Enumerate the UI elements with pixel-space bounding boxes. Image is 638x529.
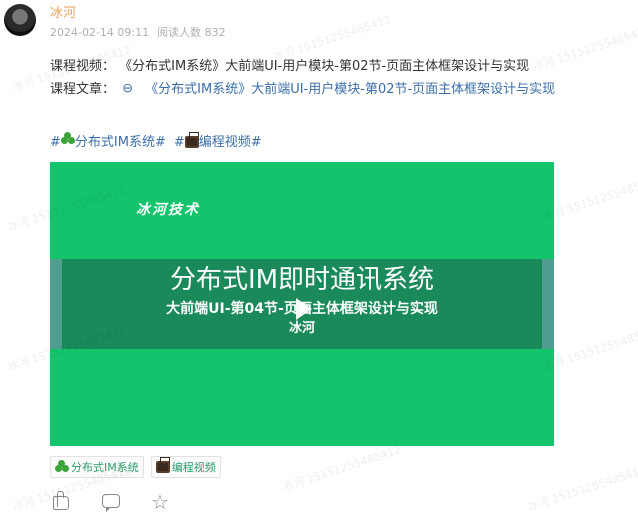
- read-count-label: 阅读人数: [157, 26, 202, 39]
- hashtag-text: 分布式IM系统#: [74, 135, 166, 150]
- article-link[interactable]: ⊘ 《分布式IM系统》大前端UI-用户模块-第02节-页面主体框架设计与实现: [118, 79, 556, 97]
- tag-distributed-im[interactable]: 分布式IM系统: [50, 456, 144, 478]
- hashtag-programming-video[interactable]: # 编程视频#: [174, 131, 262, 150]
- tag-programming-video[interactable]: 编程视频: [150, 456, 221, 478]
- watermark: 冰河 15151255485412: [271, 13, 393, 64]
- article-link-text: 《分布式IM系统》大前端UI-用户模块-第02节-页面主体框架设计与实现: [145, 82, 556, 97]
- hashtag-prefix: #: [50, 135, 61, 150]
- video-line: 课程视频： 《分布式IM系统》大前端UI-用户模块-第02节-页面主体框架设计与…: [50, 58, 529, 76]
- watermark: 冰河 15151255485412: [281, 443, 403, 494]
- watermark: 冰河 15151255485412: [526, 463, 638, 514]
- link-icon: ⊘: [118, 79, 137, 98]
- action-bar: ☆: [51, 491, 171, 512]
- post-header: 冰河 2024-02-14 09:11 阅读人数 832: [4, 4, 226, 40]
- hashtag-text: 编程视频#: [198, 135, 262, 150]
- watermark: 冰河 15151255485412: [541, 323, 638, 374]
- video-title: 分布式IM即时通讯系统: [169, 265, 435, 295]
- tag-label: 分布式IM系统: [71, 461, 139, 474]
- article-line: 课程文章： ⊘ 《分布式IM系统》大前端UI-用户模块-第02节-页面主体框架设计…: [50, 79, 556, 99]
- favorite-icon: ☆: [151, 490, 169, 514]
- tv-icon: [184, 136, 199, 148]
- post-date: 2024-02-14 09:11: [50, 26, 150, 39]
- watermark: 冰河 15151255485412: [541, 173, 638, 224]
- favorite-button[interactable]: ☆: [151, 492, 171, 512]
- watermark: 冰河 15151255485412: [531, 23, 638, 74]
- tag-list: 分布式IM系统 编程视频: [50, 456, 221, 478]
- video-line-text: 《分布式IM系统》大前端UI-用户模块-第02节-页面主体框架设计与实现: [119, 59, 530, 74]
- avatar[interactable]: [4, 4, 36, 36]
- read-count-value: 832: [204, 26, 226, 39]
- comment-icon: [102, 494, 120, 512]
- like-icon: [53, 491, 69, 510]
- play-icon[interactable]: [287, 294, 317, 324]
- tag-label: 编程视频: [171, 461, 216, 474]
- video-player[interactable]: 冰河技术 分布式IM即时通讯系统 大前端UI-第04节-页面主体框架设计与实现 …: [50, 162, 554, 446]
- hashtag-distributed-im[interactable]: # 分布式IM系统#: [50, 131, 166, 150]
- author-block: 冰河 2024-02-14 09:11 阅读人数 832: [50, 4, 226, 40]
- read-count: 阅读人数 832: [157, 26, 226, 40]
- article-line-label: 课程文章：: [50, 82, 116, 97]
- hashtag-row: # 分布式IM系统# # 编程视频#: [50, 131, 262, 150]
- clover-icon: [55, 460, 69, 474]
- hashtag-prefix: #: [173, 135, 185, 150]
- video-line-label: 课程视频：: [50, 59, 116, 74]
- clover-icon: [60, 132, 75, 146]
- post-meta: 2024-02-14 09:11 阅读人数 832: [50, 26, 226, 40]
- video-brand: 冰河技术: [136, 202, 200, 218]
- author-name[interactable]: 冰河: [50, 6, 226, 22]
- like-button[interactable]: [51, 491, 71, 512]
- tv-icon: [155, 461, 170, 473]
- comment-button[interactable]: [101, 492, 121, 512]
